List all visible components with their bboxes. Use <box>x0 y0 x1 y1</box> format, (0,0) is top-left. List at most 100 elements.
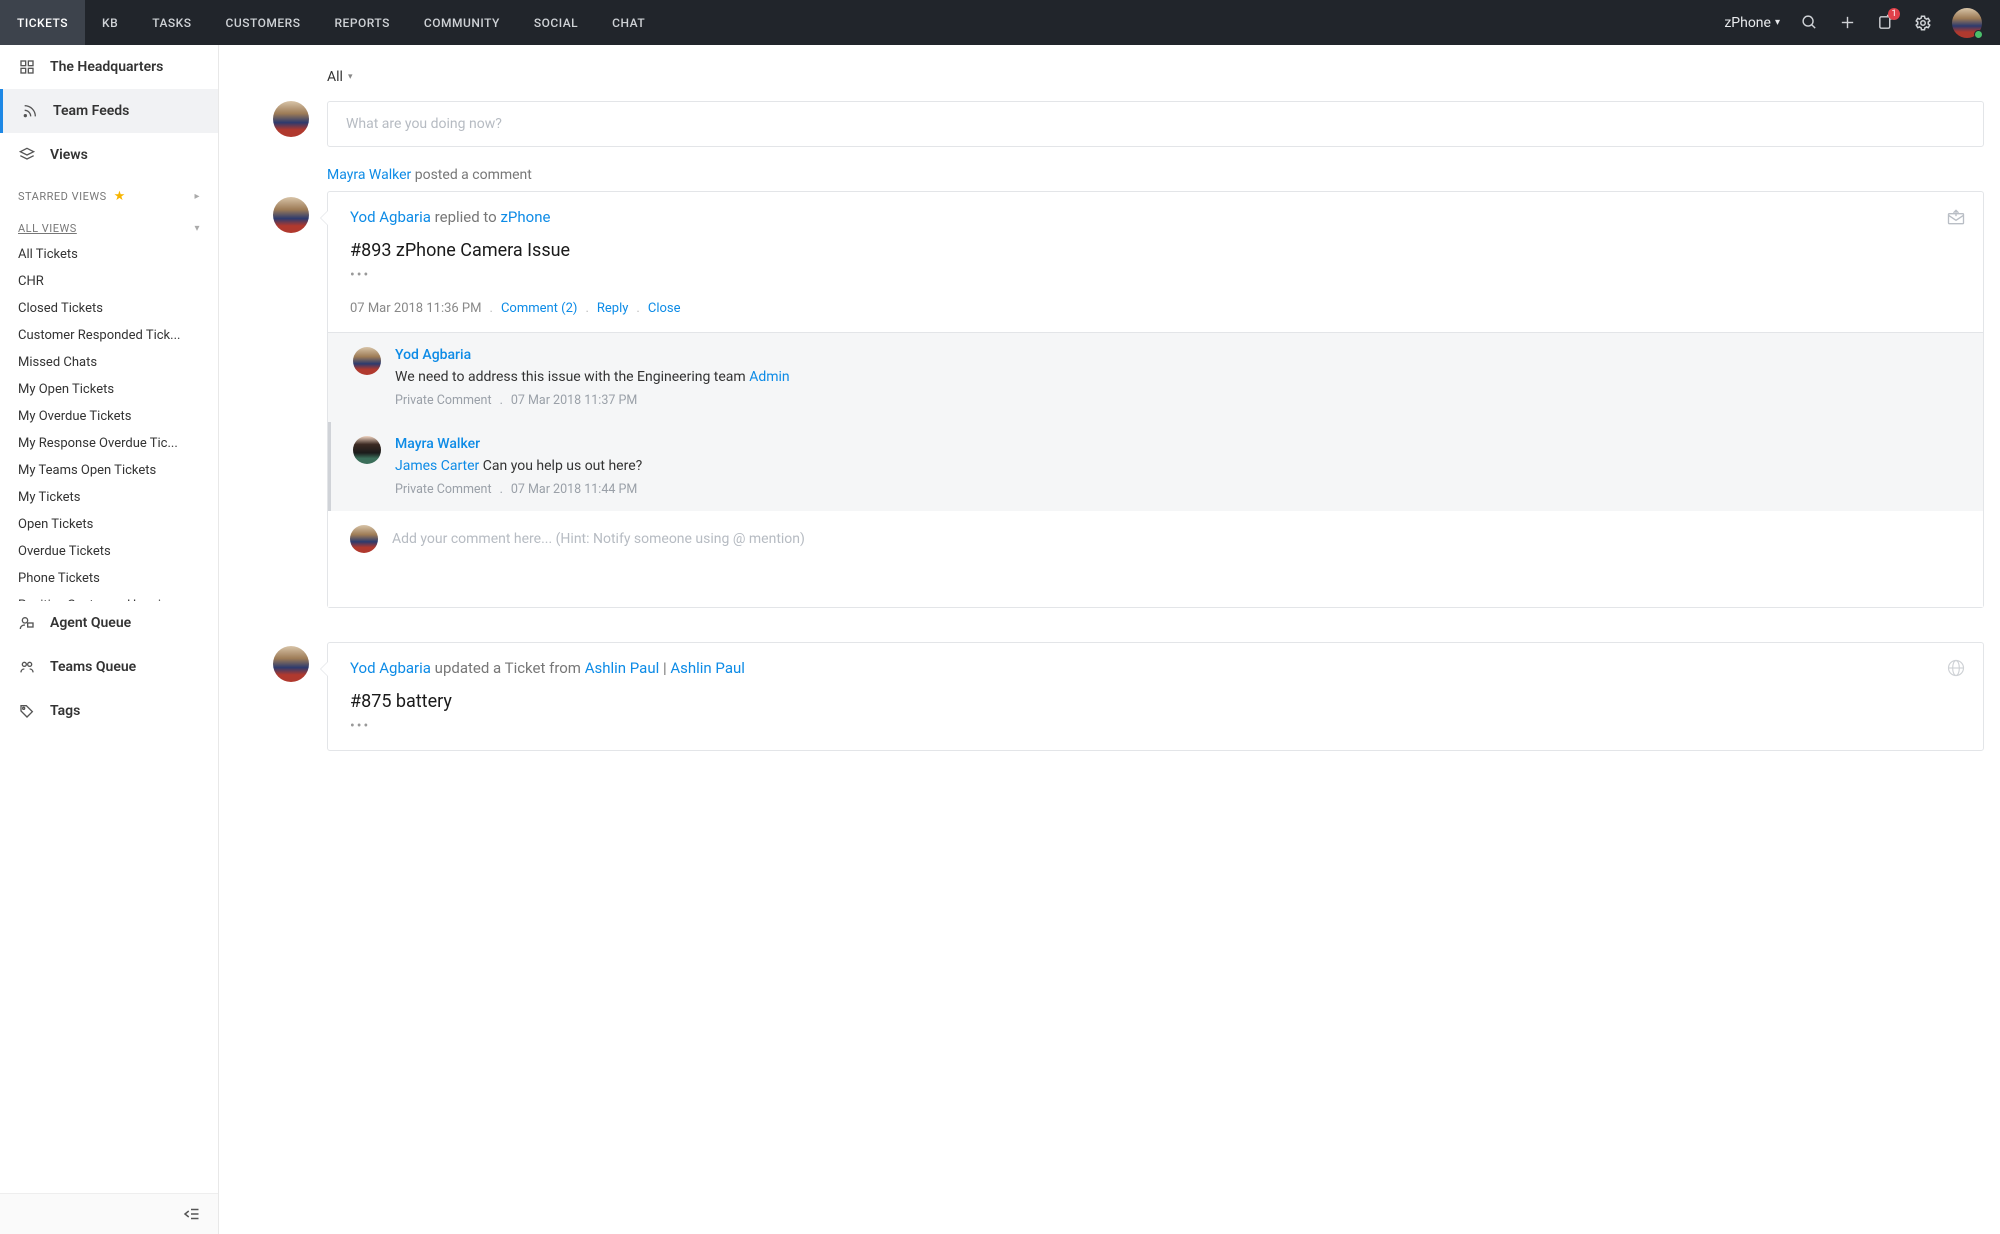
sidebar-item-label: Agent Queue <box>50 615 131 631</box>
close-button[interactable]: Close <box>648 301 681 316</box>
add-icon[interactable] <box>1838 14 1856 32</box>
layers-icon <box>18 147 36 163</box>
timestamp: 07 Mar 2018 11:44 PM <box>511 482 637 497</box>
view-item[interactable]: All Tickets <box>0 241 218 268</box>
sidebar-item-label: Tags <box>50 703 80 719</box>
view-item[interactable]: My Response Overdue Tic... <box>0 430 218 457</box>
sidebar-item-label: Views <box>50 147 88 163</box>
teams-icon <box>18 659 36 675</box>
view-item[interactable]: CHR <box>0 268 218 295</box>
view-item[interactable]: Positive Customer Happin... <box>0 592 218 601</box>
collapse-sidebar-button[interactable] <box>0 1194 218 1234</box>
nav-customers[interactable]: CUSTOMERS <box>209 0 318 45</box>
user-link[interactable]: Yod Agbaria <box>350 208 431 226</box>
sidebar-item-label: The Headquarters <box>50 59 163 75</box>
feed-main: All ▾ What are you doing now? Mayra Walk… <box>219 45 2000 1234</box>
sidebar-item-label: Team Feeds <box>53 103 129 119</box>
comment-button[interactable]: Comment (2) <box>501 301 578 316</box>
comment-visibility: Private Comment <box>395 393 492 408</box>
top-right: zPhone ▾ 1 <box>1724 8 1990 38</box>
tag-icon <box>18 703 36 719</box>
view-item[interactable]: My Teams Open Tickets <box>0 457 218 484</box>
composer-input[interactable]: What are you doing now? <box>327 101 1984 147</box>
top-bar: TICKETS KB TASKS CUSTOMERS REPORTS COMMU… <box>0 0 2000 45</box>
star-icon: ★ <box>114 189 126 204</box>
mention-link[interactable]: James Carter <box>395 458 479 474</box>
status-online-icon <box>1974 30 1983 39</box>
chevron-down-icon: ▾ <box>194 223 200 234</box>
view-item[interactable]: Missed Chats <box>0 349 218 376</box>
agent-icon <box>18 615 36 631</box>
sidebar-item-agent-queue[interactable]: Agent Queue <box>0 601 218 645</box>
comment: Yod Agbaria We need to address this issu… <box>328 333 1983 422</box>
view-item[interactable]: Phone Tickets <box>0 565 218 592</box>
customer-link[interactable]: Ashlin Paul <box>585 659 660 677</box>
nav-chat[interactable]: CHAT <box>595 0 662 45</box>
nav-kb[interactable]: KB <box>85 0 135 45</box>
feed-preline: Mayra Walker posted a comment <box>327 167 1984 183</box>
globe-icon[interactable] <box>1945 657 1967 679</box>
target-link[interactable]: zPhone <box>500 208 550 226</box>
nav-social[interactable]: SOCIAL <box>517 0 595 45</box>
view-item[interactable]: Customer Responded Tick... <box>0 322 218 349</box>
add-comment: Add your comment here... (Hint: Notify s… <box>328 511 1983 567</box>
sidebar-item-team-feeds[interactable]: Team Feeds <box>0 89 218 133</box>
avatar <box>273 197 309 233</box>
view-item[interactable]: Closed Tickets <box>0 295 218 322</box>
view-item[interactable]: Open Tickets <box>0 511 218 538</box>
ticket-title[interactable]: #893 zPhone Camera Issue <box>350 240 1961 261</box>
user-link[interactable]: Mayra Walker <box>327 167 411 183</box>
chevron-right-icon: ▸ <box>194 191 200 202</box>
view-item[interactable]: My Open Tickets <box>0 376 218 403</box>
avatar <box>350 525 378 553</box>
rss-icon <box>21 103 39 119</box>
workspace-selector[interactable]: zPhone ▾ <box>1724 15 1780 31</box>
feed-entry: Yod Agbaria updated a Ticket from Ashlin… <box>235 642 1984 751</box>
more-icon[interactable]: ••• <box>350 267 1961 283</box>
user-link[interactable]: Mayra Walker <box>395 436 1961 452</box>
user-link[interactable]: Yod Agbaria <box>350 659 431 677</box>
search-icon[interactable] <box>1800 14 1818 32</box>
avatar[interactable] <box>1952 8 1982 38</box>
notifications-icon[interactable]: 1 <box>1876 14 1894 32</box>
comment-visibility: Private Comment <box>395 482 492 497</box>
customer-link[interactable]: Ashlin Paul <box>670 659 745 677</box>
sidebar-item-tags[interactable]: Tags <box>0 689 218 733</box>
mention-link[interactable]: Admin <box>749 369 789 385</box>
sidebar-item-label: Teams Queue <box>50 659 136 675</box>
nav-reports[interactable]: REPORTS <box>318 0 407 45</box>
mail-out-icon[interactable] <box>1945 206 1967 228</box>
comment-input[interactable]: Add your comment here... (Hint: Notify s… <box>392 531 1961 547</box>
workspace-label: zPhone <box>1724 15 1771 31</box>
composer: What are you doing now? <box>235 95 1984 167</box>
gear-icon[interactable] <box>1914 14 1932 32</box>
nav-tasks[interactable]: TASKS <box>135 0 208 45</box>
avatar <box>353 436 381 464</box>
top-nav: TICKETS KB TASKS CUSTOMERS REPORTS COMMU… <box>0 0 1724 45</box>
reply-button[interactable]: Reply <box>597 301 629 316</box>
feed-card: Yod Agbaria replied to zPhone #893 zPhon… <box>327 191 1984 608</box>
feed-card: Yod Agbaria updated a Ticket from Ashlin… <box>327 642 1984 751</box>
user-link[interactable]: Yod Agbaria <box>395 347 1961 363</box>
timestamp: 07 Mar 2018 11:37 PM <box>511 393 637 408</box>
view-item[interactable]: My Tickets <box>0 484 218 511</box>
timestamp: 07 Mar 2018 11:36 PM <box>350 301 482 316</box>
more-icon[interactable]: ••• <box>350 718 1961 734</box>
sidebar-item-views[interactable]: Views <box>0 133 218 177</box>
chevron-down-icon: ▾ <box>348 72 353 82</box>
view-item[interactable]: Overdue Tickets <box>0 538 218 565</box>
filter-label: All <box>327 69 343 85</box>
view-item[interactable]: My Overdue Tickets <box>0 403 218 430</box>
nav-community[interactable]: COMMUNITY <box>407 0 517 45</box>
sidebar-item-teams-queue[interactable]: Teams Queue <box>0 645 218 689</box>
nav-tickets[interactable]: TICKETS <box>0 0 85 45</box>
chevron-down-icon: ▾ <box>1775 17 1780 28</box>
section-all-views[interactable]: ALL VIEWS ▾ <box>0 210 218 241</box>
comments-block: Yod Agbaria We need to address this issu… <box>328 332 1983 607</box>
sidebar-item-headquarters[interactable]: The Headquarters <box>0 45 218 89</box>
ticket-title[interactable]: #875 battery <box>350 691 1961 712</box>
section-starred-views[interactable]: STARRED VIEWS ★ ▸ <box>0 177 218 210</box>
feed-filter[interactable]: All ▾ <box>235 45 1984 95</box>
avatar <box>273 101 309 137</box>
sidebar: The Headquarters Team Feeds Views STARRE… <box>0 45 219 1234</box>
